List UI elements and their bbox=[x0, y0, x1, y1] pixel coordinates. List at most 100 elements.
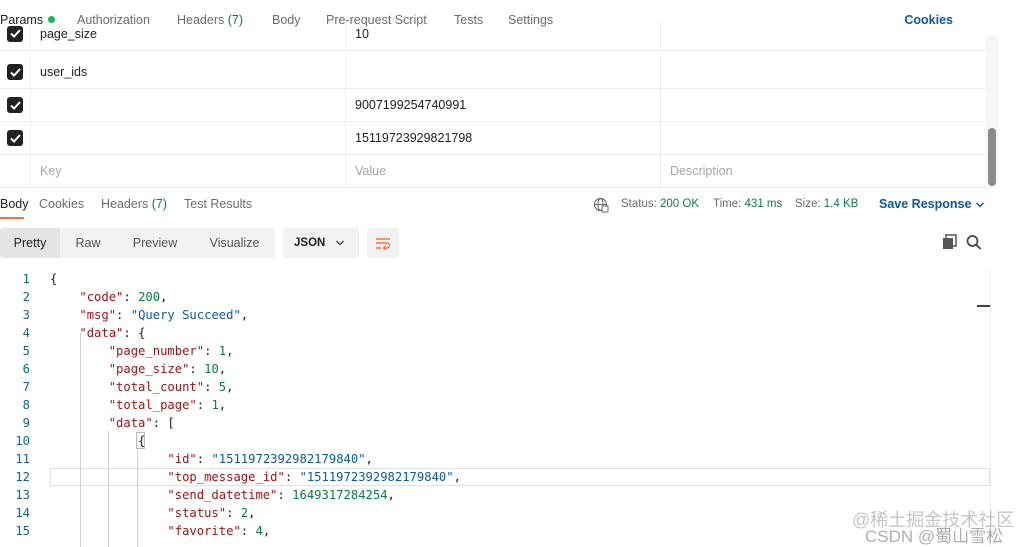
json-punctuation bbox=[50, 470, 167, 484]
json-key: "status" bbox=[167, 506, 227, 520]
code-line: 3 "msg": "Query Succeed", bbox=[0, 306, 990, 324]
checkmark-icon bbox=[9, 29, 21, 38]
chevron-down-icon[interactable] bbox=[975, 201, 985, 209]
json-key: "id" bbox=[167, 452, 197, 466]
code-line: 9 "data": [ bbox=[0, 414, 990, 432]
wrap-lines-button[interactable] bbox=[367, 228, 399, 258]
tab-response-cookies[interactable]: Cookies bbox=[39, 197, 84, 211]
line-number: 4 bbox=[22, 326, 30, 340]
response-tabs: Body Cookies Headers (7) Test Results St… bbox=[0, 188, 1000, 220]
json-punctuation: , bbox=[387, 488, 395, 502]
json-punctuation bbox=[50, 308, 79, 322]
json-key: "top_message_id" bbox=[167, 470, 285, 484]
param-value[interactable]: 9007199254740991 bbox=[346, 89, 661, 121]
param-description[interactable] bbox=[661, 56, 986, 88]
json-punctuation: : bbox=[116, 308, 131, 322]
param-description[interactable] bbox=[661, 22, 986, 50]
json-punctuation: , bbox=[453, 470, 461, 484]
json-punctuation: : bbox=[189, 362, 205, 376]
search-icon[interactable] bbox=[965, 234, 983, 251]
param-row-empty: Key Value Description bbox=[0, 155, 986, 188]
format-select-value: JSON bbox=[294, 237, 326, 249]
param-key[interactable] bbox=[31, 122, 346, 154]
json-punctuation: { bbox=[50, 434, 146, 448]
param-key[interactable]: page_size bbox=[31, 22, 346, 50]
response-status[interactable]: Status: 200 OK bbox=[621, 198, 699, 210]
json-key: "data" bbox=[108, 416, 153, 430]
json-punctuation: , bbox=[226, 380, 234, 394]
param-checkbox[interactable] bbox=[7, 130, 23, 146]
json-punctuation bbox=[50, 398, 109, 412]
param-row: 15119723929821798 bbox=[0, 122, 986, 155]
line-number: 12 bbox=[15, 470, 30, 484]
tab-response-body-label: Body bbox=[0, 197, 29, 211]
watermark: @稀土掘金技术社区 CSDN @蜀山雪松 bbox=[840, 506, 1030, 546]
param-key-placeholder[interactable]: Key bbox=[31, 155, 346, 187]
code-line: 4 "data": { bbox=[0, 324, 990, 342]
json-number: 200 bbox=[138, 290, 161, 304]
code-text: "msg": "Query Succeed", bbox=[50, 306, 248, 324]
tab-response-headers[interactable]: Headers (7) bbox=[101, 197, 167, 211]
param-checkbox[interactable] bbox=[7, 97, 23, 113]
json-punctuation: , bbox=[218, 362, 227, 376]
code-line: 8 "total_page": 1, bbox=[0, 396, 990, 414]
checkmark-icon bbox=[9, 133, 21, 143]
line-number: 10 bbox=[15, 434, 30, 448]
json-punctuation bbox=[50, 416, 109, 430]
code-line: 6 "page_size": 10, bbox=[0, 360, 990, 378]
json-punctuation bbox=[50, 326, 79, 340]
json-punctuation: : bbox=[284, 470, 300, 484]
json-number: 1 bbox=[211, 398, 219, 412]
json-number: 10 bbox=[204, 362, 219, 376]
param-value[interactable]: 10 bbox=[346, 22, 661, 50]
view-raw-button[interactable]: Raw bbox=[60, 228, 116, 258]
param-key[interactable] bbox=[31, 89, 346, 121]
json-string: "1511972392982179840" bbox=[299, 470, 454, 484]
time-label: Time: bbox=[713, 198, 742, 210]
view-pretty-button[interactable]: Pretty bbox=[0, 228, 60, 258]
response-time[interactable]: Time: 431 ms bbox=[713, 198, 782, 210]
param-checkbox[interactable] bbox=[7, 25, 23, 42]
json-punctuation bbox=[50, 506, 167, 520]
json-punctuation bbox=[50, 380, 109, 394]
code-line: 7 "total_count": 5, bbox=[0, 378, 990, 396]
param-value-placeholder[interactable]: Value bbox=[346, 155, 661, 187]
save-response-button[interactable]: Save Response bbox=[879, 197, 971, 211]
param-check-cell bbox=[0, 155, 31, 187]
view-visualize-button[interactable]: Visualize bbox=[194, 228, 275, 258]
code-line: 2 "code": 200, bbox=[0, 288, 990, 306]
response-size[interactable]: Size: 1.4 KB bbox=[795, 198, 858, 210]
globe-icon[interactable] bbox=[593, 197, 609, 213]
code-text: "code": 200, bbox=[50, 288, 167, 306]
params-scrollbar-thumb[interactable] bbox=[988, 128, 996, 186]
param-value[interactable] bbox=[346, 56, 661, 88]
param-value[interactable]: 15119723929821798 bbox=[346, 122, 661, 154]
json-punctuation: : { bbox=[123, 326, 146, 340]
code-line: 5 "page_number": 1, bbox=[0, 342, 990, 360]
code-text: "total_count": 5, bbox=[50, 378, 234, 396]
json-punctuation: : bbox=[204, 380, 219, 394]
json-punctuation: : bbox=[277, 488, 293, 502]
json-punctuation: : bbox=[196, 452, 212, 466]
json-punctuation: , bbox=[248, 506, 256, 520]
json-key: "total_count" bbox=[108, 380, 205, 394]
view-mode-group: Pretty Raw Preview Visualize bbox=[0, 228, 275, 258]
param-description[interactable] bbox=[661, 122, 986, 154]
json-punctuation: : bbox=[204, 344, 219, 358]
code-text: "page_size": 10, bbox=[50, 360, 226, 378]
param-checkbox[interactable] bbox=[7, 64, 23, 80]
tab-test-results[interactable]: Test Results bbox=[184, 197, 252, 211]
json-punctuation bbox=[50, 344, 109, 358]
json-key: "page_size" bbox=[108, 362, 190, 376]
watermark-line2: CSDN @蜀山雪松 bbox=[865, 527, 1004, 546]
tab-response-body[interactable]: Body bbox=[0, 197, 29, 211]
copy-icon[interactable] bbox=[941, 234, 959, 251]
param-description-placeholder[interactable]: Description bbox=[661, 155, 986, 187]
param-key[interactable]: user_ids bbox=[31, 56, 346, 88]
status-value: 200 OK bbox=[660, 198, 700, 210]
view-preview-button[interactable]: Preview bbox=[116, 228, 194, 258]
json-key: "send_datetime" bbox=[167, 488, 278, 502]
wrap-lines-icon bbox=[376, 238, 391, 250]
param-description[interactable] bbox=[661, 89, 986, 121]
format-select[interactable]: JSON bbox=[283, 228, 359, 258]
